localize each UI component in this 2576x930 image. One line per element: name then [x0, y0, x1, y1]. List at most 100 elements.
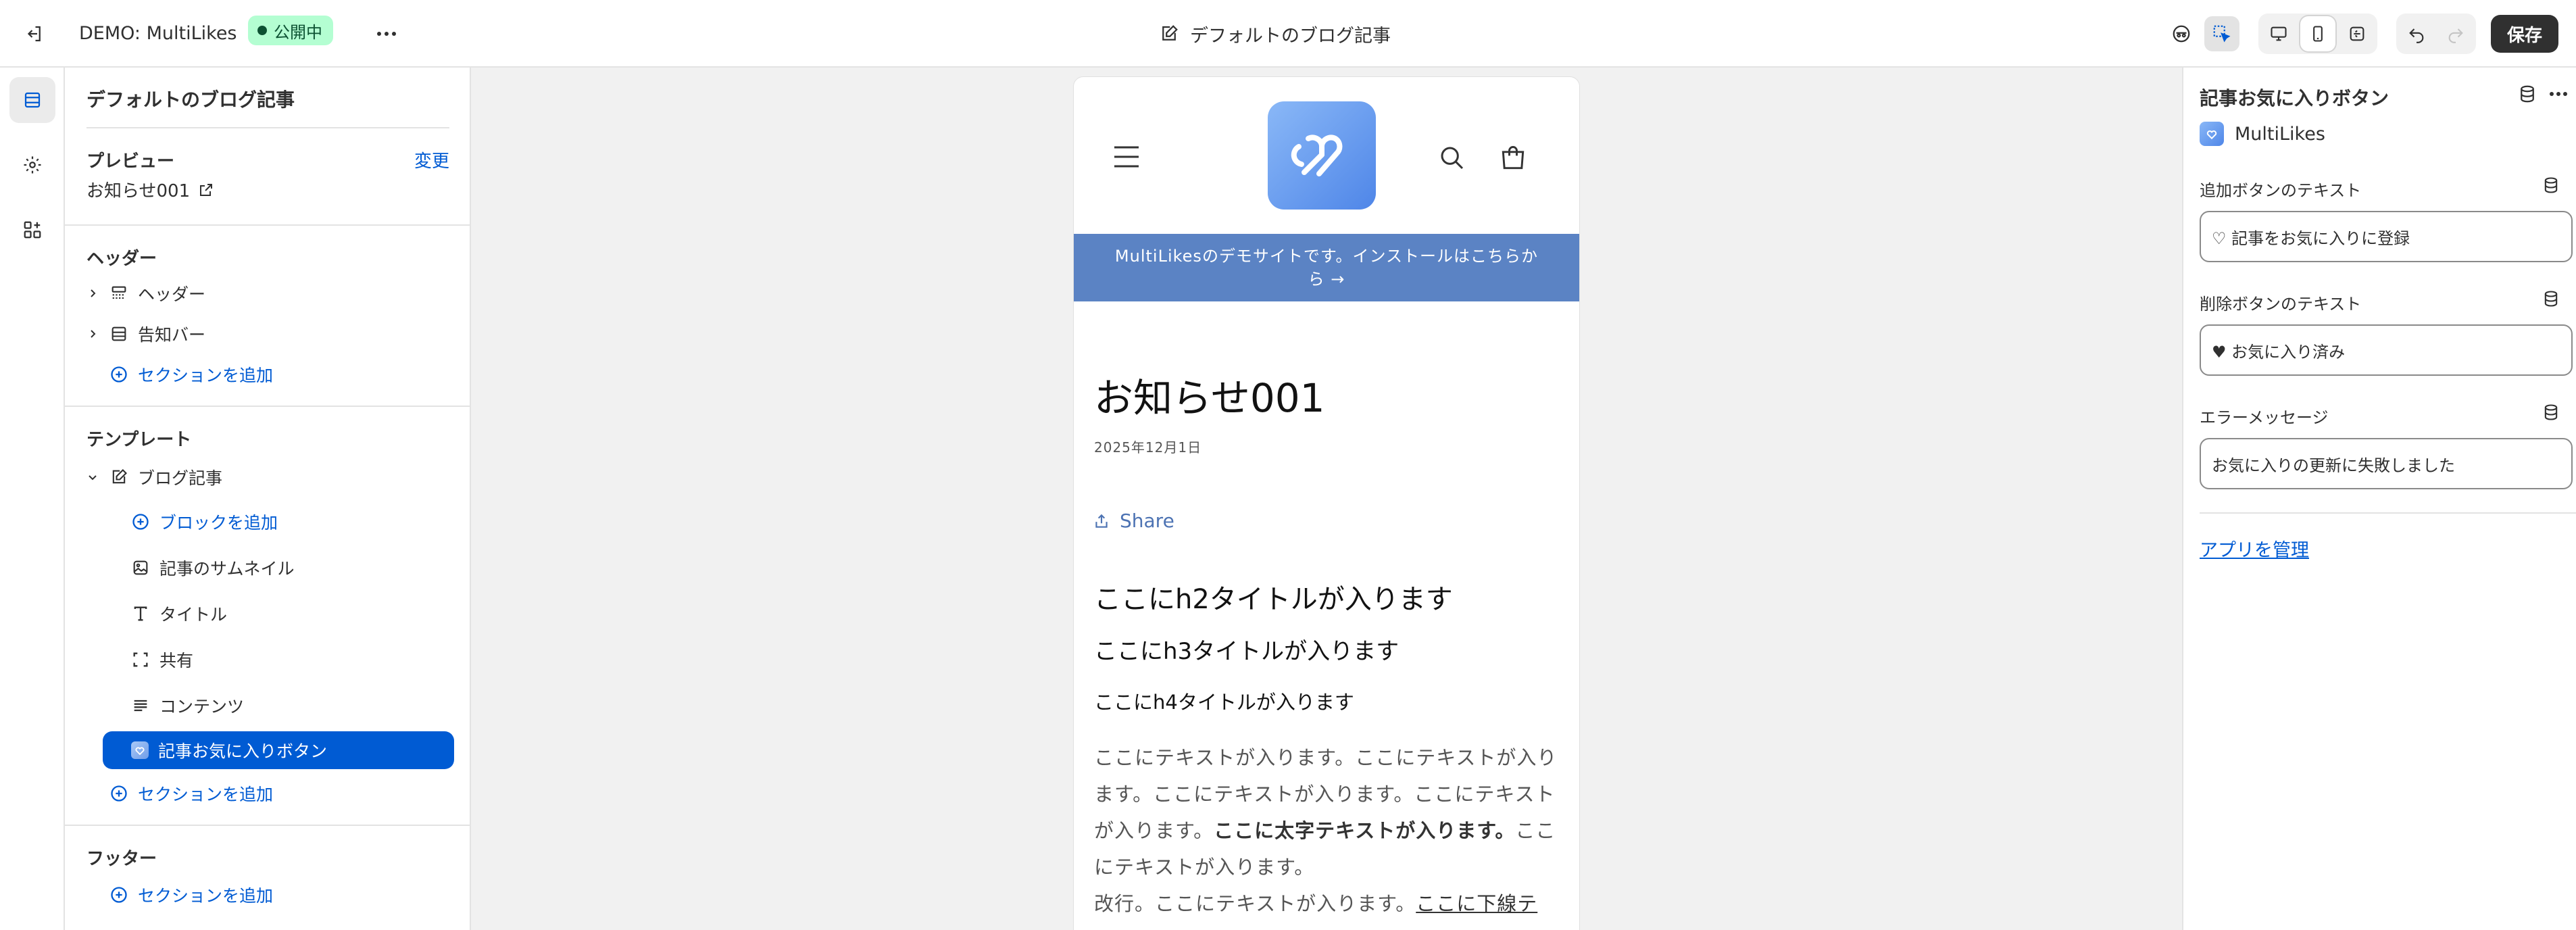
add-block-button[interactable]: ブロックを追加	[131, 503, 278, 541]
app-embeds-icon[interactable]	[9, 207, 55, 253]
add-section-template-button[interactable]: セクションを追加	[109, 775, 273, 812]
body-bold-text: ここに太字テキストが入ります。	[1214, 819, 1516, 842]
divider	[65, 825, 470, 826]
store-name: DEMO: MultiLikes	[79, 23, 237, 44]
block-label: 記事お気に入りボタン	[158, 741, 328, 761]
external-link-icon	[200, 183, 213, 196]
error-message-input[interactable]: お気に入りの更新に失敗しました	[2200, 438, 2573, 489]
tree-item-header[interactable]: ヘッダー	[85, 274, 205, 312]
chevron-right-icon[interactable]	[85, 286, 100, 301]
add-section-label: セクションを追加	[138, 886, 274, 906]
exit-icon[interactable]	[18, 18, 50, 50]
search-icon[interactable]	[1439, 145, 1466, 174]
plus-circle-icon	[132, 514, 149, 530]
remove-button-text-input[interactable]: ♥ お気に入り済み	[2200, 324, 2573, 376]
layout-section-icon	[112, 326, 126, 341]
dynamic-source-icon[interactable]	[2542, 403, 2560, 424]
divider	[65, 406, 470, 407]
plus-circle-icon	[111, 887, 127, 903]
block-content[interactable]: コンテンツ	[131, 687, 244, 725]
status-badge: 公開中	[248, 16, 333, 45]
page-selector[interactable]: デフォルトのブログ記事	[1159, 15, 1391, 53]
hamburger-menu-icon[interactable]	[1113, 145, 1140, 172]
app-logo-icon	[2200, 122, 2224, 146]
tree-item-announcement-bar[interactable]: 告知バー	[85, 315, 205, 353]
block-settings-panel: 記事お気に入りボタン MultiLikes 追加ボタンのテキスト ♡ 記事をお気…	[2182, 68, 2576, 930]
arrow-right-icon: →	[1331, 270, 1345, 289]
share-button[interactable]: Share	[1093, 510, 1174, 532]
app-source: MultiLikes	[2200, 122, 2325, 146]
preview-heading: プレビュー	[86, 151, 175, 172]
text-align-icon	[134, 700, 147, 712]
content-h3: ここにh3タイトルが入ります	[1094, 638, 1400, 665]
tree-item-label: 告知バー	[138, 325, 206, 345]
cart-icon[interactable]	[1498, 143, 1528, 176]
sections-icon[interactable]	[9, 77, 55, 123]
image-icon	[133, 560, 148, 575]
block-share[interactable]: 共有	[131, 641, 193, 679]
mobile-preview[interactable]: MultiLikesのデモサイトです。インストールはこちらから → お知らせ00…	[1074, 77, 1579, 930]
block-label: 記事のサムネイル	[159, 559, 295, 579]
header-group-heading: ヘッダー	[86, 249, 157, 269]
tree-item-label: ブログ記事	[138, 468, 223, 488]
dynamic-source-icon[interactable]	[2542, 289, 2560, 311]
divider	[86, 127, 449, 128]
body-underline-text: ここに下線テ	[1416, 892, 1538, 915]
layout-header-icon	[112, 286, 126, 299]
status-dot	[257, 26, 267, 35]
change-preview-link[interactable]: 変更	[414, 147, 449, 172]
redo-icon[interactable]	[2438, 16, 2473, 51]
add-block-label: ブロックを追加	[159, 513, 278, 533]
database-icon[interactable]	[2517, 84, 2537, 107]
share-icon	[1095, 514, 1108, 528]
block-article-thumbnail[interactable]: 記事のサムネイル	[131, 549, 295, 587]
field-label: エラーメッセージ	[2200, 408, 2329, 427]
inspector-icon[interactable]	[2204, 16, 2239, 51]
save-button[interactable]: 保存	[2490, 15, 2558, 53]
edit-page-icon	[112, 469, 127, 484]
template-group-heading: テンプレート	[86, 430, 192, 450]
add-section-header-button[interactable]: セクションを追加	[109, 356, 273, 393]
app-name: MultiLikes	[2235, 123, 2325, 145]
divider	[2200, 512, 2576, 514]
theme-settings-icon[interactable]	[9, 142, 55, 188]
content-h4: ここにh4タイトルが入ります	[1094, 691, 1354, 714]
block-label: 共有	[159, 651, 194, 670]
announcement-bar[interactable]: MultiLikesのデモサイトです。インストールはこちらから →	[1074, 234, 1579, 301]
share-label: Share	[1120, 510, 1174, 532]
footer-group-heading: フッター	[86, 849, 157, 869]
article-title: お知らせ001	[1094, 375, 1325, 421]
history-controls	[2396, 14, 2476, 54]
add-section-label: セクションを追加	[138, 366, 274, 385]
chevron-right-icon[interactable]	[85, 326, 100, 341]
preview-value[interactable]: お知らせ001	[86, 177, 214, 202]
icon-rail	[0, 68, 65, 930]
text-title-icon	[134, 606, 147, 621]
viewport-switcher	[2258, 14, 2377, 54]
manage-app-link[interactable]: アプリを管理	[2200, 535, 2309, 562]
desktop-view-icon[interactable]	[2261, 16, 2296, 51]
plus-circle-icon	[111, 785, 127, 802]
tree-item-blog-post[interactable]: ブログ記事	[85, 458, 222, 496]
body-text: 改行。ここにテキストが入ります。	[1094, 892, 1416, 915]
store-logo[interactable]	[1268, 101, 1376, 210]
add-button-text-input[interactable]: ♡ 記事をお気に入りに登録	[2200, 211, 2573, 262]
toolbar-actions: 保存	[2164, 11, 2558, 57]
theme-editor: DEMO: MultiLikes 公開中 デフォルトのブログ記事 保存 デフォル…	[0, 0, 2576, 930]
share-frame-icon	[133, 652, 148, 667]
undo-icon[interactable]	[2399, 16, 2434, 51]
block-label: タイトル	[159, 605, 228, 625]
settings-title: 記事お気に入りボタン	[2200, 87, 2389, 109]
content-body: ここにテキストが入ります。ここにテキストが入ります。ここにテキストが入ります。こ…	[1094, 739, 1567, 922]
more-actions-icon[interactable]	[370, 18, 403, 50]
preview-canvas: MultiLikesのデモサイトです。インストールはこちらから → お知らせ00…	[471, 68, 2182, 930]
more-options-icon[interactable]	[2548, 84, 2569, 107]
block-favorite-button[interactable]: 記事お気に入りボタン	[103, 731, 454, 769]
fullscreen-view-icon[interactable]	[2339, 16, 2375, 51]
chevron-down-icon[interactable]	[85, 470, 100, 485]
mobile-view-icon[interactable]	[2300, 16, 2335, 51]
block-title[interactable]: タイトル	[131, 595, 227, 633]
accessibility-icon[interactable]	[2164, 16, 2199, 51]
dynamic-source-icon[interactable]	[2542, 176, 2560, 197]
add-section-footer-button[interactable]: セクションを追加	[109, 876, 273, 914]
